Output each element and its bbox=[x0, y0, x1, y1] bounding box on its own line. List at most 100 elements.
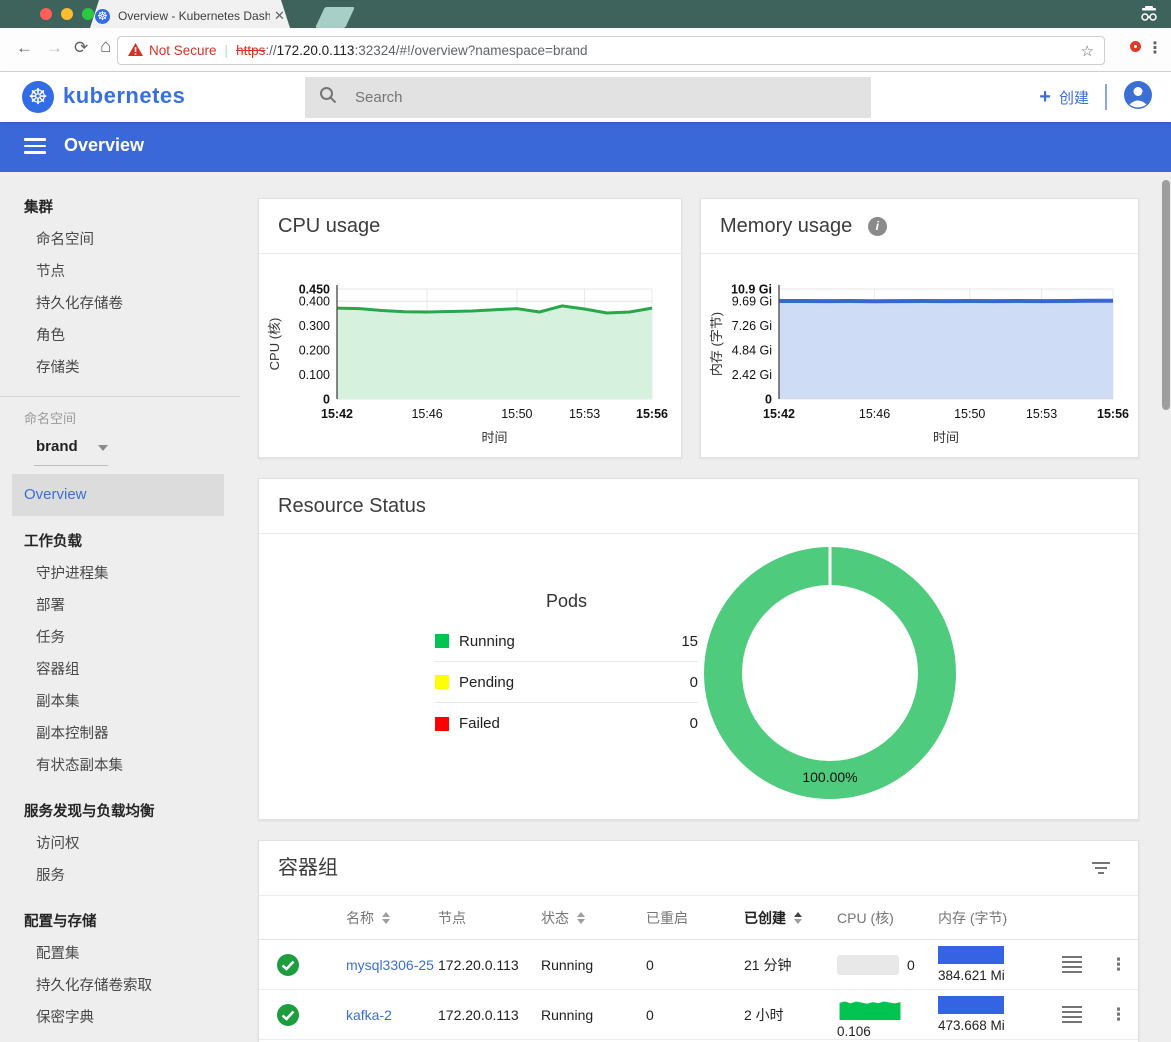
cpu-usage-card: CPU usage 00.1000.2000.3000.4000.45015:4… bbox=[258, 198, 682, 458]
close-window-button[interactable] bbox=[40, 8, 52, 20]
cpu-value: 0 bbox=[907, 957, 915, 973]
pods-table-card: 容器组 名称 节点 状态 已重启 已创建 CPU (核) 内存 (字节) bbox=[258, 840, 1139, 1042]
kubernetes-logo-icon: ☸ bbox=[22, 81, 54, 113]
sidebar: 集群 命名空间 节点 持久化存储卷 角色 存储类 命名空间 brand Over… bbox=[0, 172, 240, 1034]
sidebar-item-deployments[interactable]: 部署 bbox=[0, 590, 240, 622]
column-header-status[interactable]: 状态 bbox=[541, 896, 585, 939]
sidebar-item-persistent-volume-claims[interactable]: 持久化存储卷索取 bbox=[0, 970, 240, 1002]
sidebar-header-cluster: 集群 bbox=[0, 192, 240, 224]
sidebar-item-daemon-sets[interactable]: 守护进程集 bbox=[0, 558, 240, 590]
sidebar-header-discovery: 服务发现与负载均衡 bbox=[0, 796, 240, 828]
svg-text:0: 0 bbox=[323, 393, 330, 407]
running-swatch bbox=[435, 634, 449, 648]
pods-chart-title: Pods bbox=[435, 591, 698, 612]
sidebar-item-roles[interactable]: 角色 bbox=[0, 320, 240, 352]
memory-usage-card: Memory usage i 02.42 Gi4.84 Gi7.26 Gi9.6… bbox=[700, 198, 1139, 458]
pod-memory-metric: 384.621 Mi bbox=[938, 940, 1053, 989]
table-row: mysql3306-2553 172.20.0.113 Running 0 21… bbox=[259, 940, 1138, 990]
failed-swatch bbox=[435, 717, 449, 731]
new-tab-button[interactable] bbox=[315, 7, 355, 28]
sidebar-item-secrets[interactable]: 保密字典 bbox=[0, 1002, 240, 1034]
memory-value: 473.668 Mi bbox=[938, 1018, 1005, 1033]
search-input[interactable] bbox=[355, 89, 775, 106]
svg-text:时间: 时间 bbox=[933, 430, 959, 445]
pod-cpu-metric: 0.106 bbox=[837, 990, 932, 1039]
sidebar-item-jobs[interactable]: 任务 bbox=[0, 622, 240, 654]
browser-menu-icon[interactable]: ⋮ bbox=[1147, 38, 1163, 58]
header-divider bbox=[1105, 84, 1107, 110]
legend-row-failed: Failed 0 bbox=[435, 703, 698, 744]
brand-title: kubernetes bbox=[63, 83, 185, 109]
cpu-sparkline bbox=[837, 996, 903, 1020]
pending-swatch bbox=[435, 675, 449, 689]
column-header-name[interactable]: 名称 bbox=[346, 896, 435, 939]
forward-icon: → bbox=[46, 38, 63, 58]
svg-text:15:53: 15:53 bbox=[1026, 407, 1057, 421]
sidebar-item-namespaces[interactable]: 命名空间 bbox=[0, 224, 240, 256]
info-icon[interactable]: i bbox=[868, 217, 887, 236]
svg-text:10.9 Gi: 10.9 Gi bbox=[731, 283, 772, 297]
sidebar-item-stateful-sets[interactable]: 有状态副本集 bbox=[0, 750, 240, 782]
url-field[interactable]: Not Secure | https :// 172.20.0.113 :323… bbox=[117, 36, 1105, 65]
svg-text:9.69 Gi: 9.69 Gi bbox=[732, 295, 772, 309]
search-bar[interactable] bbox=[305, 77, 871, 118]
column-header-cpu: CPU (核) bbox=[837, 896, 932, 939]
svg-text:CPU (核): CPU (核) bbox=[267, 318, 282, 371]
create-button-label: 创建 bbox=[1059, 87, 1089, 108]
pod-name-link[interactable]: kafka-2 bbox=[346, 1007, 392, 1023]
pod-node: 172.20.0.113 bbox=[438, 990, 519, 1039]
sidebar-item-services[interactable]: 服务 bbox=[0, 860, 240, 892]
kubernetes-favicon-icon: ☸ bbox=[95, 9, 110, 24]
sidebar-item-pods[interactable]: 容器组 bbox=[0, 654, 240, 686]
tab-close-icon[interactable]: ✕ bbox=[274, 8, 285, 24]
namespace-select[interactable]: brand bbox=[0, 429, 240, 465]
reload-icon[interactable]: ⟳ bbox=[74, 38, 88, 58]
account-icon[interactable] bbox=[1123, 80, 1153, 115]
donut-percent-label: 100.00% bbox=[695, 769, 965, 785]
sidebar-item-replication-controllers[interactable]: 副本控制器 bbox=[0, 718, 240, 750]
svg-text:0.450: 0.450 bbox=[299, 283, 330, 297]
extension-icon[interactable] bbox=[1130, 41, 1141, 52]
sidebar-item-config-maps[interactable]: 配置集 bbox=[0, 938, 240, 970]
svg-text:15:56: 15:56 bbox=[1097, 407, 1129, 421]
pod-status: Running bbox=[541, 940, 593, 989]
minimize-window-button[interactable] bbox=[61, 8, 73, 20]
sidebar-item-nodes[interactable]: 节点 bbox=[0, 256, 240, 288]
pod-memory-metric: 473.668 Mi bbox=[938, 990, 1053, 1039]
create-button[interactable]: + 创建 bbox=[1039, 86, 1089, 109]
sidebar-item-storage-classes[interactable]: 存储类 bbox=[0, 352, 240, 384]
url-scheme: https bbox=[236, 43, 265, 58]
pod-restarts: 0 bbox=[646, 940, 654, 989]
logs-icon[interactable] bbox=[1062, 990, 1082, 1039]
sidebar-item-persistent-volumes[interactable]: 持久化存储卷 bbox=[0, 288, 240, 320]
memory-bar bbox=[938, 996, 1004, 1014]
scrollbar[interactable] bbox=[1162, 180, 1170, 410]
memory-bar bbox=[938, 946, 1004, 964]
bookmark-star-icon[interactable]: ☆ bbox=[1081, 42, 1094, 60]
back-icon[interactable]: ← bbox=[16, 38, 33, 58]
sidebar-item-ingresses[interactable]: 访问权 bbox=[0, 828, 240, 860]
not-secure-label: Not Secure bbox=[149, 43, 217, 58]
column-header-created[interactable]: 已创建 bbox=[744, 896, 802, 939]
resource-status-card: Resource Status Pods Running 15 Pending … bbox=[258, 478, 1139, 820]
sidebar-item-overview[interactable]: Overview bbox=[12, 474, 224, 516]
legend-row-pending: Pending 0 bbox=[435, 662, 698, 703]
logs-icon[interactable] bbox=[1062, 940, 1082, 989]
pod-cpu-metric: 0 bbox=[837, 940, 932, 989]
row-menu-icon[interactable]: ⋮ bbox=[1110, 940, 1127, 989]
column-header-node: 节点 bbox=[438, 896, 466, 939]
browser-tab-content[interactable]: ☸ Overview - Kubernetes Dashboard ✕ bbox=[95, 5, 295, 27]
url-host: 172.20.0.113 bbox=[277, 43, 355, 58]
row-menu-icon[interactable]: ⋮ bbox=[1110, 990, 1127, 1039]
home-icon[interactable]: ⌂ bbox=[100, 36, 111, 58]
svg-text:2.42 Gi: 2.42 Gi bbox=[732, 368, 772, 382]
app-header: ☸ kubernetes + 创建 bbox=[0, 72, 1171, 122]
menu-hamburger-icon[interactable] bbox=[24, 138, 46, 154]
cpu-value: 0.106 bbox=[837, 1024, 871, 1039]
sidebar-item-replica-sets[interactable]: 副本集 bbox=[0, 686, 240, 718]
url-separator: :// bbox=[265, 43, 276, 58]
filter-icon[interactable] bbox=[1092, 862, 1110, 875]
svg-text:时间: 时间 bbox=[481, 430, 507, 445]
pod-name-link[interactable]: mysql3306-2553 bbox=[346, 957, 435, 973]
svg-text:内存 (字节): 内存 (字节) bbox=[709, 312, 724, 376]
